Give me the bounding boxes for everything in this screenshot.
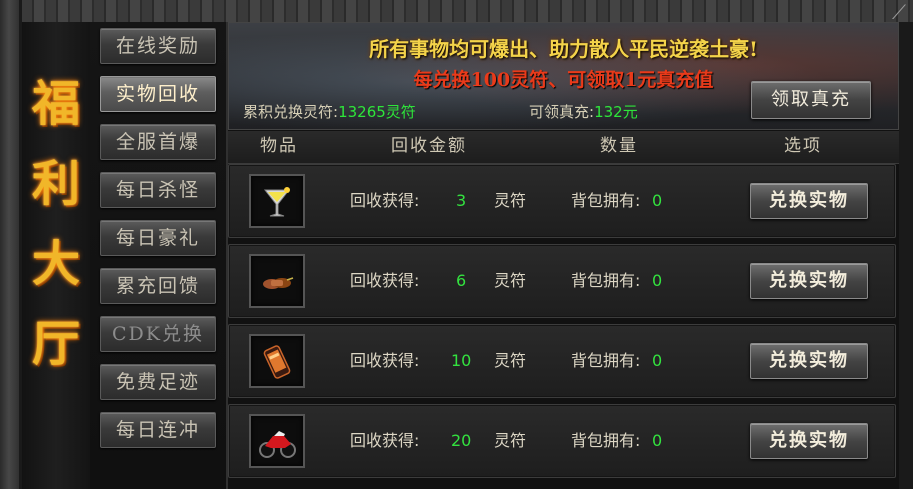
owned-value: 0 [652,271,663,290]
smartphone-icon [263,345,291,379]
header-item: 物品 [260,136,298,156]
corner-ornament-icon: ⟋ [892,0,906,24]
reward-unit: 灵符 [494,351,527,370]
reward-value: 3 [456,191,467,210]
owned-label: 背包拥有: [571,351,641,370]
side-nav: 在线奖励 实物回收 全服首爆 每日杀怪 每日豪礼 累充回馈 CDK兑换 免费足迹… [90,22,228,489]
reward-value: 6 [456,271,467,290]
left-frame-border [0,0,22,489]
nav-cdk-exchange-button[interactable]: CDK兑换 [100,316,216,352]
total-exchanged-label: 累积兑换灵符: [243,103,339,121]
item-slot[interactable] [249,414,305,468]
reward-unit: 灵符 [494,431,527,450]
table-row: 回收获得: 20 灵符 背包拥有: 0 兑换实物 [228,404,896,478]
reward-label: 回收获得: [350,351,420,370]
nav-item-recycle-button[interactable]: 实物回收 [100,76,216,112]
nav-daily-gift-button[interactable]: 每日豪礼 [100,220,216,256]
nav-daily-kill-button[interactable]: 每日杀怪 [100,172,216,208]
owned-label: 背包拥有: [571,431,641,450]
claimable-value: 132元 [594,103,638,121]
header-options: 选项 [784,136,822,156]
title-column: 福 利 大 厅 [22,22,92,489]
nav-daily-streak-button[interactable]: 每日连冲 [100,412,216,448]
total-exchanged-value: 13265灵符 [338,103,416,121]
cocktail-glass-icon [263,187,291,217]
title-char: 大 [31,236,80,292]
nav-online-reward-button[interactable]: 在线奖励 [100,28,216,64]
item-slot[interactable] [249,174,305,228]
reward-unit: 灵符 [494,191,527,210]
exchange-item-button[interactable]: 兑换实物 [750,423,868,459]
exchange-item-button[interactable]: 兑换实物 [750,343,868,379]
reward-value: 10 [451,351,472,370]
top-frame-border [22,0,913,24]
owned-label: 背包拥有: [571,271,641,290]
owned-value: 0 [652,431,663,450]
nav-server-first-drop-button[interactable]: 全服首爆 [100,124,216,160]
motorcycle-icon [259,431,296,458]
handshake-icon [263,277,294,289]
item-slot[interactable] [249,254,305,308]
claim-recharge-button[interactable]: 领取真充 [751,81,871,119]
title-char: 厅 [31,316,80,372]
welfare-hall-window: ⟋ 福 利 大 厅 在线奖励 实物回收 全服首爆 每日杀怪 每日豪礼 累充回馈 … [0,0,913,489]
table-row: 回收获得: 3 灵符 背包拥有: 0 兑换实物 [228,164,896,238]
exchange-item-button[interactable]: 兑换实物 [750,183,868,219]
owned-value: 0 [652,351,663,370]
table-header: 物品 回收金额 数量 选项 [228,131,899,164]
banner-headline: 所有事物均可爆出、助力散人平民逆袭土豪! [369,37,758,61]
exchange-item-button[interactable]: 兑换实物 [750,263,868,299]
owned-label: 背包拥有: [571,191,641,210]
reward-value: 20 [451,431,472,450]
right-frame-border [899,22,913,489]
reward-label: 回收获得: [350,271,420,290]
title-char: 福 [31,76,80,132]
owned-value: 0 [652,191,663,210]
item-slot[interactable] [249,334,305,388]
claimable-stat: 可领真充:132元 [529,101,638,122]
table-row: 回收获得: 10 灵符 背包拥有: 0 兑换实物 [228,324,896,398]
total-exchanged-stat: 累积兑换灵符:13265灵符 [243,101,416,122]
reward-label: 回收获得: [350,431,420,450]
reward-unit: 灵符 [494,271,527,290]
nav-free-footprint-button[interactable]: 免费足迹 [100,364,216,400]
nav-recharge-bonus-button[interactable]: 累充回馈 [100,268,216,304]
header-quantity: 数量 [600,136,638,156]
claimable-label: 可领真充: [529,103,595,121]
reward-label: 回收获得: [350,191,420,210]
title-char: 利 [31,156,80,212]
promo-banner: 所有事物均可爆出、助力散人平民逆袭土豪! 每兑换100灵符、可领取1元真充值 累… [228,22,899,130]
header-recycle-amount: 回收金额 [391,136,467,156]
table-row: 回收获得: 6 灵符 背包拥有: 0 兑换实物 [228,244,896,318]
